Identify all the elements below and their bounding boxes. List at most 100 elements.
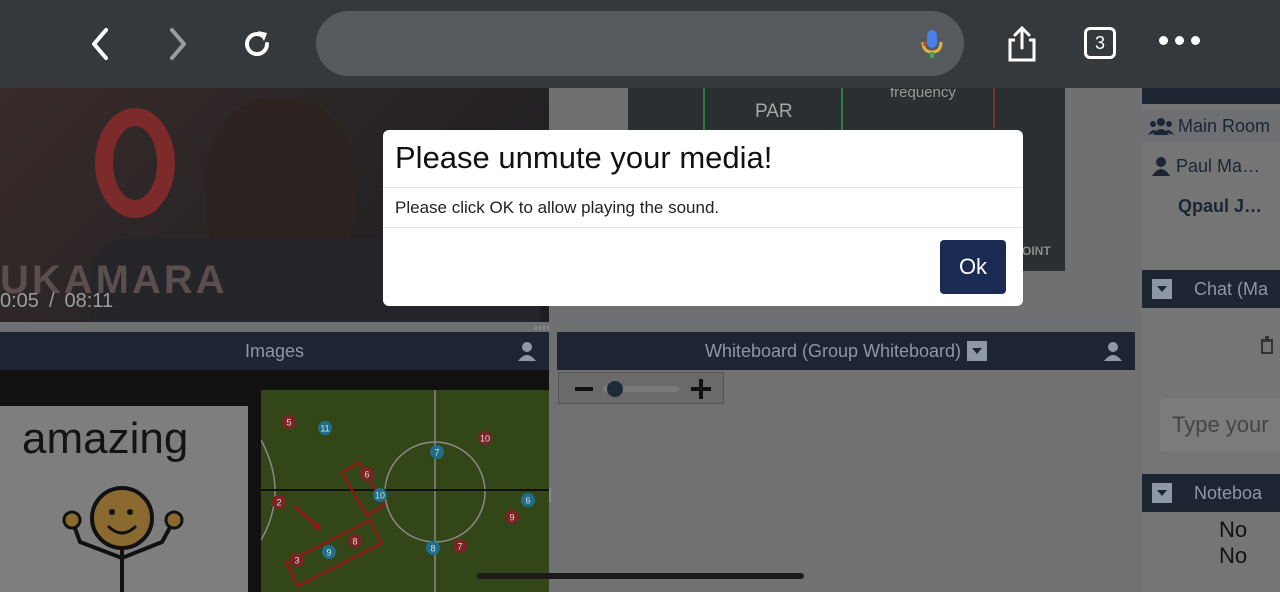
- player-number: 9: [326, 548, 331, 558]
- player-number: 7: [457, 542, 462, 552]
- trash-icon[interactable]: [1260, 336, 1274, 354]
- ok-button[interactable]: Ok: [940, 240, 1006, 294]
- more-dots-icon: [1159, 36, 1168, 45]
- blue-player-marker: 10: [373, 488, 387, 502]
- address-bar[interactable]: [316, 11, 964, 76]
- blue-player-marker: 6: [521, 493, 535, 507]
- images-title: Images: [244, 340, 305, 361]
- current-time: 0:05: [0, 290, 39, 312]
- red-player-marker: 10: [478, 431, 492, 445]
- player-number: 9: [509, 513, 514, 523]
- user-icon[interactable]: [517, 341, 537, 361]
- user-label: Paul Ma…: [1176, 155, 1261, 176]
- reload-button[interactable]: [237, 24, 277, 64]
- red-player-marker: 6: [360, 467, 374, 481]
- brand-label: OINT: [1022, 244, 1051, 258]
- users-icon: [1148, 118, 1174, 135]
- main-room-item[interactable]: Main Room: [1142, 110, 1280, 142]
- chevron-down-icon[interactable]: [1152, 483, 1172, 503]
- images-header: Images: [0, 332, 549, 370]
- player-number: 6: [525, 496, 530, 506]
- chevron-down-icon[interactable]: [967, 341, 988, 361]
- dot: [1191, 36, 1200, 45]
- player-number: 10: [375, 491, 385, 501]
- blue-player-marker: 9: [322, 545, 336, 559]
- user-label: Qpaul J…: [1178, 195, 1263, 216]
- dialog-title: Please unmute your media!: [395, 140, 773, 175]
- dot: [1175, 36, 1184, 45]
- more-button[interactable]: [1159, 36, 1200, 45]
- unmute-dialog: Please unmute your media! Please click O…: [383, 130, 1023, 306]
- player-number: 8: [352, 537, 357, 547]
- blue-player-marker: 8: [426, 541, 440, 555]
- user-item[interactable]: Paul Ma…: [1142, 150, 1280, 182]
- microphone-button[interactable]: [919, 28, 945, 65]
- chevron-left-icon: [92, 28, 108, 60]
- player-number: 7: [434, 448, 439, 458]
- duration: 08:11: [64, 290, 114, 312]
- resize-handle[interactable]: [549, 488, 553, 502]
- sidebar-top-bar: [1142, 88, 1280, 104]
- share-button[interactable]: [1002, 24, 1042, 64]
- pitch-drawing: 5 10 6 2 9 8 3 7 11 7 10 6 9 8: [261, 390, 549, 592]
- player-number: 3: [294, 556, 299, 566]
- main-room-label: Main Room: [1178, 115, 1271, 136]
- divider: [383, 227, 1023, 228]
- user-icon[interactable]: [1103, 341, 1123, 361]
- sidebar: Main Room Paul Ma… Qpaul J… Chat (Ma Typ…: [1142, 88, 1280, 592]
- whiteboard-title: Whiteboard (Group Whiteboard): [704, 340, 962, 361]
- tab-count-button[interactable]: 3: [1084, 27, 1116, 59]
- player-number: 6: [364, 470, 369, 480]
- smiley-figure: [62, 486, 184, 592]
- red-player-marker: 3: [290, 553, 304, 567]
- chat-input[interactable]: Type your: [1160, 398, 1280, 452]
- target-logo: [95, 108, 175, 218]
- images-panel: amazing 5 10 6 2 9 8 3 7 11 7 10 6 9 8: [0, 370, 549, 592]
- divider: [993, 88, 995, 128]
- zoom-slider[interactable]: [603, 379, 683, 399]
- whiteboard-header: Whiteboard (Group Whiteboard): [557, 332, 1135, 370]
- player-number: 2: [276, 498, 281, 508]
- chat-title: Chat (Ma: [1194, 278, 1269, 299]
- amazing-text: amazing: [22, 414, 189, 463]
- time-separator: /: [48, 290, 55, 312]
- red-player-marker: 9: [505, 510, 519, 524]
- user-icon: [1152, 157, 1170, 176]
- divider: [383, 187, 1023, 188]
- amazing-image[interactable]: amazing: [0, 406, 248, 592]
- notebook-title: Noteboa: [1194, 482, 1263, 503]
- browser-toolbar: 3: [0, 0, 1280, 88]
- red-player-marker: 5: [282, 415, 296, 429]
- zoom-in-icon[interactable]: [691, 379, 711, 399]
- blue-player-marker: 7: [430, 445, 444, 459]
- zoom-control: [558, 372, 724, 404]
- whiteboard-canvas[interactable]: [557, 370, 1135, 592]
- user-item[interactable]: Qpaul J…: [1142, 190, 1280, 222]
- blue-player-marker: 11: [318, 421, 332, 435]
- home-indicator[interactable]: [477, 573, 804, 579]
- player-number: 8: [430, 544, 435, 554]
- chat-header[interactable]: Chat (Ma: [1142, 270, 1280, 308]
- zoom-out-icon[interactable]: [575, 381, 593, 397]
- tactics-image[interactable]: 5 10 6 2 9 8 3 7 11 7 10 6 9 8: [261, 390, 549, 592]
- tab-count: 3: [1094, 32, 1105, 53]
- notebook-empty-label: No No: [1219, 517, 1248, 568]
- resize-handle[interactable]: [535, 326, 549, 330]
- notebook-header[interactable]: Noteboa: [1142, 474, 1280, 512]
- share-icon: [1008, 26, 1036, 62]
- microphone-icon: [921, 30, 943, 58]
- back-button[interactable]: [80, 24, 120, 64]
- player-number: 10: [480, 434, 490, 444]
- chat-input-placeholder: Type your: [1172, 412, 1269, 437]
- forward-button[interactable]: [158, 24, 198, 64]
- red-player-marker: 7: [453, 539, 467, 553]
- player-number: 11: [320, 424, 329, 434]
- frequency-label: frequency: [890, 88, 956, 101]
- chevron-right-icon: [170, 28, 186, 60]
- dialog-message: Please click OK to allow playing the sou…: [395, 198, 720, 217]
- notebook-empty: No No: [1142, 517, 1280, 568]
- player-number: 5: [286, 418, 291, 428]
- par-label: PAR: [755, 101, 793, 122]
- chevron-down-icon[interactable]: [1152, 279, 1172, 299]
- reload-icon: [245, 31, 269, 56]
